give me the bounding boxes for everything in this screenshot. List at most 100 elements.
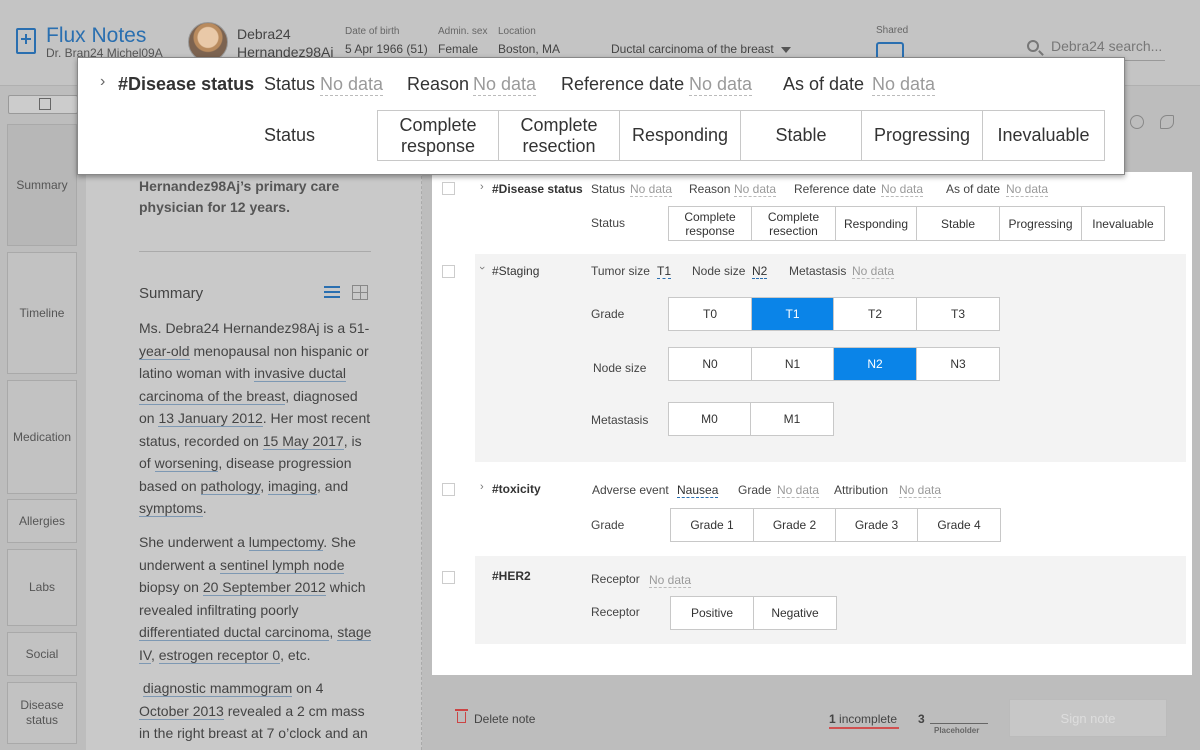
add-note-icon (39, 98, 51, 110)
delete-note-button[interactable]: Delete note (474, 712, 535, 726)
disease-status-tag: #Disease status (492, 182, 583, 196)
option-complete-resection[interactable]: Complete resection (752, 207, 836, 240)
her2-tag: #HER2 (492, 569, 531, 583)
option-n3[interactable]: N3 (917, 348, 999, 380)
option-grade-2[interactable]: Grade 2 (754, 509, 836, 541)
her2-checkbox[interactable] (442, 571, 455, 584)
node-size-value[interactable]: N2 (752, 264, 768, 279)
popup-option-complete-response[interactable]: Complete response (378, 111, 499, 160)
chevron-down-icon[interactable]: › (476, 266, 488, 270)
metastasis-label: Metastasis (789, 264, 847, 278)
nav-summary[interactable]: Summary (7, 124, 77, 246)
option-grade-1[interactable]: Grade 1 (671, 509, 754, 541)
info-icon[interactable] (1130, 115, 1144, 129)
node-size-options: N0 N1 N2 N3 (668, 347, 1000, 381)
option-m0[interactable]: M0 (669, 403, 751, 435)
chevron-down-icon[interactable] (781, 47, 791, 53)
trash-icon[interactable] (455, 709, 468, 723)
option-t0[interactable]: T0 (669, 298, 752, 330)
incomplete-number: 1 (829, 712, 836, 726)
popup-ref-date-value[interactable]: No data (689, 74, 753, 96)
nav-social[interactable]: Social (7, 632, 77, 676)
search-input[interactable]: Debra24 search... (1051, 38, 1162, 54)
adverse-event-value[interactable]: Nausea (677, 483, 719, 498)
attribution-value[interactable]: No data (899, 483, 942, 498)
tumor-size-value[interactable]: T1 (657, 264, 672, 279)
tumor-grade-options: T0 T1 T2 T3 (668, 297, 1000, 331)
option-t2[interactable]: T2 (834, 298, 917, 330)
nav-timeline[interactable]: Timeline (7, 252, 77, 374)
disease-as-of-value[interactable]: No data (1006, 182, 1049, 197)
disease-status-popup: › #Disease status Status No data Reason … (77, 57, 1125, 175)
nav-medication[interactable]: Medication (7, 380, 77, 494)
option-negative[interactable]: Negative (754, 597, 836, 629)
disease-reason-value[interactable]: No data (734, 182, 777, 197)
option-n1[interactable]: N1 (752, 348, 834, 380)
summary-heading: Summary (139, 285, 204, 302)
app-title: Flux Notes (46, 24, 147, 47)
patient-avatar (188, 22, 228, 62)
popup-option-responding[interactable]: Responding (620, 111, 741, 160)
option-responding[interactable]: Responding (836, 207, 917, 240)
toxicity-grade-value[interactable]: No data (777, 483, 820, 498)
placeholder-underline (930, 723, 988, 724)
receptor-value[interactable]: No data (649, 573, 692, 588)
nav-allergies[interactable]: Allergies (7, 499, 77, 543)
dob-value: 5 Apr 1966 (51) (345, 42, 428, 56)
grid-view-icon[interactable] (352, 285, 368, 300)
summary-paragraph-3: diagnostic mammogram on 4 October 2013 r… (139, 680, 368, 741)
disease-status-checkbox[interactable] (442, 182, 455, 195)
staging-checkbox[interactable] (442, 265, 455, 278)
popup-option-progressing[interactable]: Progressing (862, 111, 983, 160)
chevron-right-icon[interactable]: › (480, 481, 484, 493)
popup-option-inevaluable[interactable]: Inevaluable (983, 111, 1104, 160)
grade-label: Grade (591, 307, 625, 321)
nav-disease-status[interactable]: Disease status (7, 682, 77, 744)
option-t1[interactable]: T1 (752, 298, 834, 330)
option-positive[interactable]: Positive (671, 597, 754, 629)
attribution-label: Attribution (834, 483, 889, 497)
metastasis-options: M0 M1 (668, 402, 834, 436)
summary-divider (139, 251, 371, 252)
staging-tag: #Staging (492, 264, 540, 278)
toxicity-checkbox[interactable] (442, 483, 455, 496)
shared-label: Shared (876, 25, 909, 36)
chevron-right-icon[interactable]: › (100, 73, 105, 91)
nav-labs[interactable]: Labs (7, 549, 77, 626)
node-row-label: Node size (593, 361, 647, 375)
summary-paragraph-1: Ms. Debra24 Hernandez98Aj is a 51-year-o… (139, 320, 371, 517)
popup-status-value[interactable]: No data (320, 74, 384, 96)
option-n2[interactable]: N2 (834, 348, 917, 380)
list-view-icon[interactable] (324, 286, 340, 300)
disease-options-label: Status (591, 216, 626, 230)
metastasis-value[interactable]: No data (852, 264, 895, 279)
receptor-label: Receptor (591, 572, 640, 586)
popup-as-of-value[interactable]: No data (872, 74, 936, 96)
popup-reason-value[interactable]: No data (473, 74, 537, 96)
option-complete-response[interactable]: Complete response (669, 207, 752, 240)
option-inevaluable[interactable]: Inevaluable (1082, 207, 1164, 240)
popup-option-stable[interactable]: Stable (741, 111, 862, 160)
sign-note-button[interactable]: Sign note (1009, 699, 1167, 737)
disease-status-value[interactable]: No data (630, 182, 673, 197)
disease-ref-date-value[interactable]: No data (881, 182, 924, 197)
chevron-right-icon[interactable]: › (480, 181, 484, 193)
toxicity-options-label: Grade (591, 518, 625, 532)
patient-name[interactable]: Debra24 Hernandez98Aj (237, 25, 334, 61)
popup-ref-date-label: Reference date (561, 74, 685, 94)
condition-selector[interactable]: Ductal carcinoma of the breast (611, 42, 774, 56)
popup-disease-status-tag: #Disease status (118, 74, 255, 94)
option-stable[interactable]: Stable (917, 207, 1000, 240)
eye-icon[interactable] (1160, 115, 1174, 129)
option-progressing[interactable]: Progressing (1000, 207, 1082, 240)
node-size-label: Node size (692, 264, 746, 278)
option-t3[interactable]: T3 (917, 298, 999, 330)
app-logo-icon (16, 28, 36, 54)
add-note-button[interactable] (8, 95, 78, 114)
option-m1[interactable]: M1 (751, 403, 833, 435)
popup-option-complete-resection[interactable]: Complete resection (499, 111, 620, 160)
option-grade-3[interactable]: Grade 3 (836, 509, 918, 541)
option-n0[interactable]: N0 (669, 348, 752, 380)
incomplete-count[interactable]: 1 incomplete (829, 712, 897, 726)
option-grade-4[interactable]: Grade 4 (918, 509, 1000, 541)
